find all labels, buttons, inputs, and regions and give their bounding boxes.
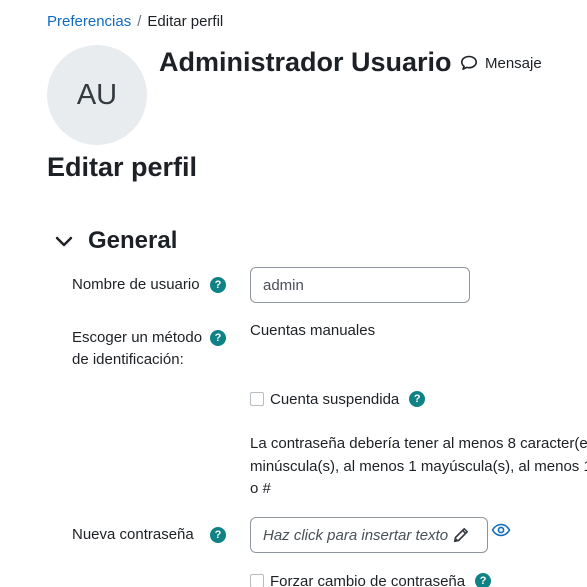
auth-method-label-line2: de identificación: — [72, 351, 184, 368]
help-icon[interactable]: ? — [475, 573, 492, 587]
page-title: Editar perfil — [47, 152, 198, 182]
auth-method-value: Cuentas manuales — [250, 322, 376, 339]
force-change-checkbox[interactable] — [250, 574, 264, 587]
breadcrumb: Preferencias / Editar perfil — [47, 12, 223, 32]
message-button[interactable]: Mensaje — [460, 51, 542, 75]
pencil-icon — [453, 528, 468, 543]
password-policy-text: La contraseña debería tener al menos 8 c… — [250, 433, 587, 501]
section-toggle-general[interactable]: General — [54, 226, 177, 256]
breadcrumb-current: Editar perfil — [147, 13, 224, 30]
help-icon[interactable]: ? — [210, 330, 226, 346]
username-label: Nombre de usuario — [72, 276, 200, 293]
new-password-field[interactable]: Haz click para insertar texto — [250, 517, 488, 553]
suspended-label[interactable]: Cuenta suspendida — [270, 391, 399, 408]
message-button-label: Mensaje — [485, 54, 542, 72]
help-icon[interactable]: ? — [210, 527, 226, 543]
help-icon[interactable]: ? — [409, 391, 426, 407]
username-input[interactable]: admin — [250, 267, 470, 303]
suspended-row: Cuenta suspendida ? — [250, 388, 426, 410]
section-title: General — [88, 227, 178, 254]
chevron-down-icon — [55, 236, 73, 247]
breadcrumb-link-preferences[interactable]: Preferencias — [47, 13, 131, 30]
new-password-label: Nueva contraseña — [72, 526, 194, 543]
auth-method-label-line1: Escoger un método — [72, 329, 203, 346]
suspended-checkbox[interactable] — [250, 392, 264, 406]
force-change-label[interactable]: Forzar cambio de contraseña — [270, 573, 465, 587]
user-fullname: Administrador Usuario — [159, 47, 452, 77]
message-icon — [461, 55, 477, 70]
eye-icon[interactable] — [491, 523, 511, 537]
new-password-placeholder: Haz click para insertar texto — [263, 526, 449, 544]
password-policy-line2: minúscula(s), al menos 1 mayúscula(s), a… — [250, 457, 587, 475]
help-icon[interactable]: ? — [210, 277, 226, 293]
force-change-row: Forzar cambio de contraseña ? — [250, 570, 492, 587]
password-policy-line1: La contraseña debería tener al menos 8 c… — [250, 435, 587, 452]
breadcrumb-separator: / — [137, 13, 142, 30]
edit-profile-page: Preferencias / Editar perfil AU Administra… — [0, 0, 587, 587]
auth-method-label: Escoger un método de identificación: — [72, 327, 202, 371]
password-policy-line3: o # — [250, 480, 271, 497]
avatar: AU — [47, 45, 147, 145]
